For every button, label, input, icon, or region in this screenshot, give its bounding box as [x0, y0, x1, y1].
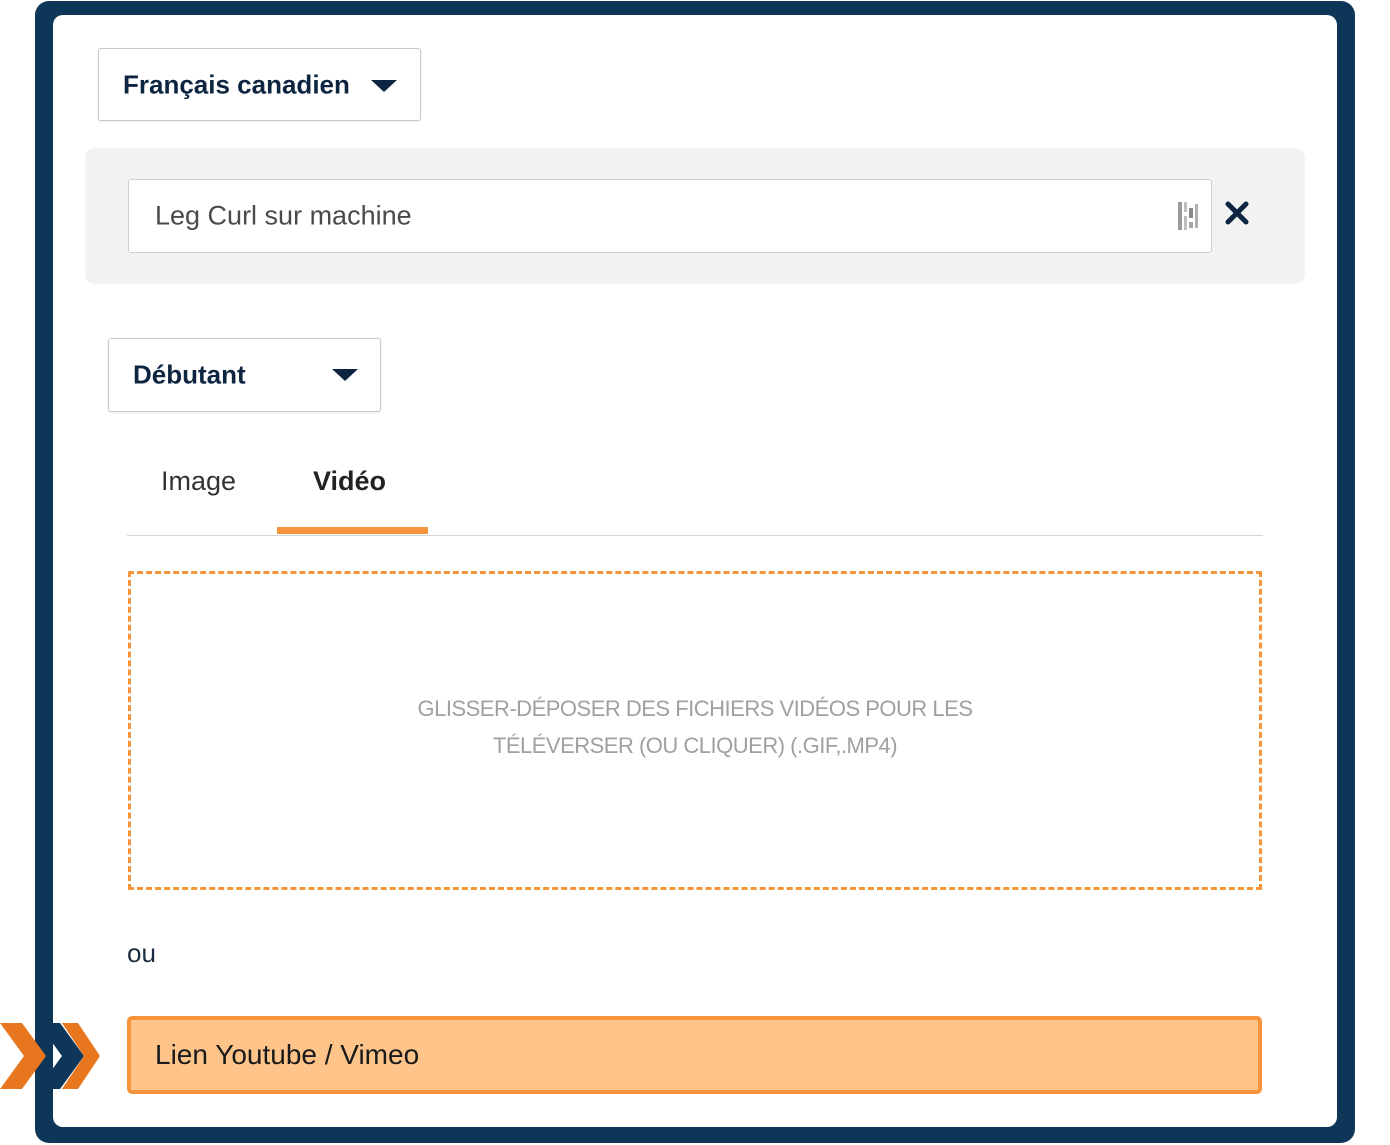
video-link-placeholder: Lien Youtube / Vimeo	[155, 1039, 420, 1070]
exercise-name-input[interactable]: Leg Curl sur machine	[128, 179, 1212, 253]
chevron-down-icon	[371, 80, 397, 92]
tab-video[interactable]: Vidéo	[313, 466, 386, 497]
dropzone-line-1: GLISSER-DÉPOSER DES FICHIERS VIDÉOS POUR…	[417, 696, 973, 721]
double-chevron-right-icon	[0, 1023, 100, 1089]
tab-image[interactable]: Image	[161, 466, 236, 497]
dropzone-line-2: TÉLÉVERSER (OU CLIQUER) (.GIF,.MP4)	[492, 733, 898, 758]
tabs-divider	[127, 535, 1263, 536]
exercise-name-value: Leg Curl sur machine	[155, 200, 412, 231]
language-select[interactable]: Français canadien	[98, 48, 421, 121]
video-link-input[interactable]: Lien Youtube / Vimeo	[127, 1016, 1262, 1094]
chevron-down-icon	[332, 369, 358, 381]
or-separator: ou	[127, 938, 156, 968]
input-extension-icon[interactable]	[1176, 200, 1202, 232]
language-select-value: Français canadien	[123, 69, 350, 99]
level-select-value: Débutant	[133, 359, 246, 390]
level-select[interactable]: Débutant	[108, 338, 381, 412]
dropzone-instructions: GLISSER-DÉPOSER DES FICHIERS VIDÉOS POUR…	[128, 690, 1262, 764]
close-icon[interactable]	[1222, 198, 1252, 228]
active-tab-indicator	[277, 527, 428, 534]
